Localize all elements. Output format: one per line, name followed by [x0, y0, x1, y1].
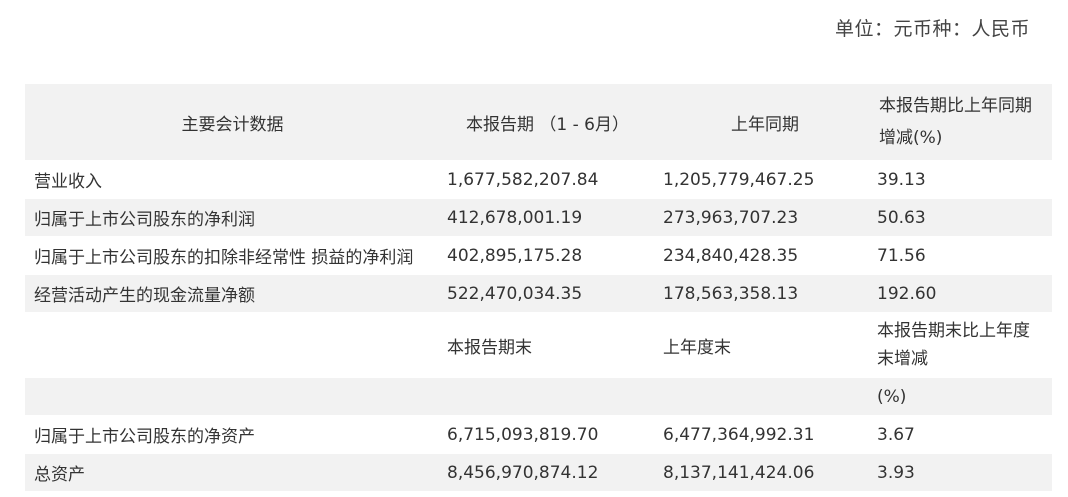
row-prior: 234,840,428.35: [663, 245, 799, 266]
row-current: 6,715,093,819.70: [447, 424, 599, 445]
row-change: 3.93: [877, 462, 915, 483]
row-current: 402,895,175.28: [447, 245, 583, 266]
subheader-change: 本报告期末比上年度 末增减: [873, 313, 1052, 377]
row-change: 192.60: [877, 283, 937, 304]
row-prior: 178,563,358.13: [663, 283, 799, 304]
header-change: 本报告期比上年同期 增减(%): [873, 84, 1052, 160]
row-change: 71.56: [877, 245, 926, 266]
table-header: 主要会计数据 本报告期 （1 - 6月） 上年同期 本报告期比上年同期 增减(%…: [25, 84, 1052, 161]
table-row: 营业收入 1,677,582,207.84 1,205,779,467.25 3…: [25, 161, 1052, 199]
table-row: 归属于上市公司股东的净利润 412,678,001.19 273,963,707…: [25, 199, 1052, 237]
accounting-data-table: 主要会计数据 本报告期 （1 - 6月） 上年同期 本报告期比上年同期 增减(%…: [25, 84, 1052, 492]
header-change-line1: 本报告期比上年同期: [879, 96, 1032, 116]
unit-note: 单位：元币种：人民币: [834, 18, 1030, 40]
header-item: 主要会计数据: [181, 114, 284, 135]
row-change: 3.67: [877, 424, 915, 445]
row-current: 522,470,034.35: [447, 283, 583, 304]
table-subheader: 本报告期末 上年度末 本报告期末比上年度 末增减: [25, 313, 1052, 378]
subheader-change-line2: 末增减: [877, 349, 928, 369]
empty-cell: [440, 378, 657, 415]
row-current: 1,677,582,207.84: [447, 169, 599, 190]
table-row: 归属于上市公司股东的净资产 6,715,093,819.70 6,477,364…: [25, 416, 1052, 454]
subheader-prior-year-end: 上年度末: [663, 337, 731, 358]
row-label: 总资产: [34, 465, 85, 485]
table-row: 经营活动产生的现金流量净额 522,470,034.35 178,563,358…: [25, 275, 1052, 313]
header-change-line2: 增减(%): [879, 128, 943, 148]
row-label: 归属于上市公司股东的扣除非经常性 损益的净利润: [34, 248, 414, 268]
row-prior: 273,963,707.23: [663, 207, 799, 228]
subheader-item-empty: [25, 313, 440, 377]
row-change: 50.63: [877, 207, 926, 228]
table-row: 总资产 8,456,970,874.12 8,137,141,424.06 3.…: [25, 454, 1052, 492]
subheader-change-unit: (%): [877, 386, 907, 407]
row-label: 营业收入: [34, 172, 102, 192]
row-prior: 6,477,364,992.31: [663, 424, 815, 445]
table-subheader-unit-row: (%): [25, 378, 1052, 416]
subheader-current-period-end: 本报告期末: [447, 337, 532, 358]
empty-cell: [657, 378, 873, 415]
row-prior: 1,205,779,467.25: [663, 169, 815, 190]
empty-cell: [25, 378, 440, 415]
row-current: 412,678,001.19: [447, 207, 583, 228]
header-current-period: 本报告期 （1 - 6月）: [466, 114, 629, 135]
row-change: 39.13: [877, 169, 926, 190]
row-label: 归属于上市公司股东的净资产: [34, 427, 255, 447]
row-label: 归属于上市公司股东的净利润: [34, 210, 255, 230]
header-prior-period: 上年同期: [731, 114, 799, 135]
table-row: 归属于上市公司股东的扣除非经常性 损益的净利润 402,895,175.28 2…: [25, 237, 1052, 275]
row-label: 经营活动产生的现金流量净额: [34, 286, 255, 306]
row-current: 8,456,970,874.12: [447, 462, 599, 483]
subheader-change-line1: 本报告期末比上年度: [877, 321, 1030, 341]
row-prior: 8,137,141,424.06: [663, 462, 815, 483]
